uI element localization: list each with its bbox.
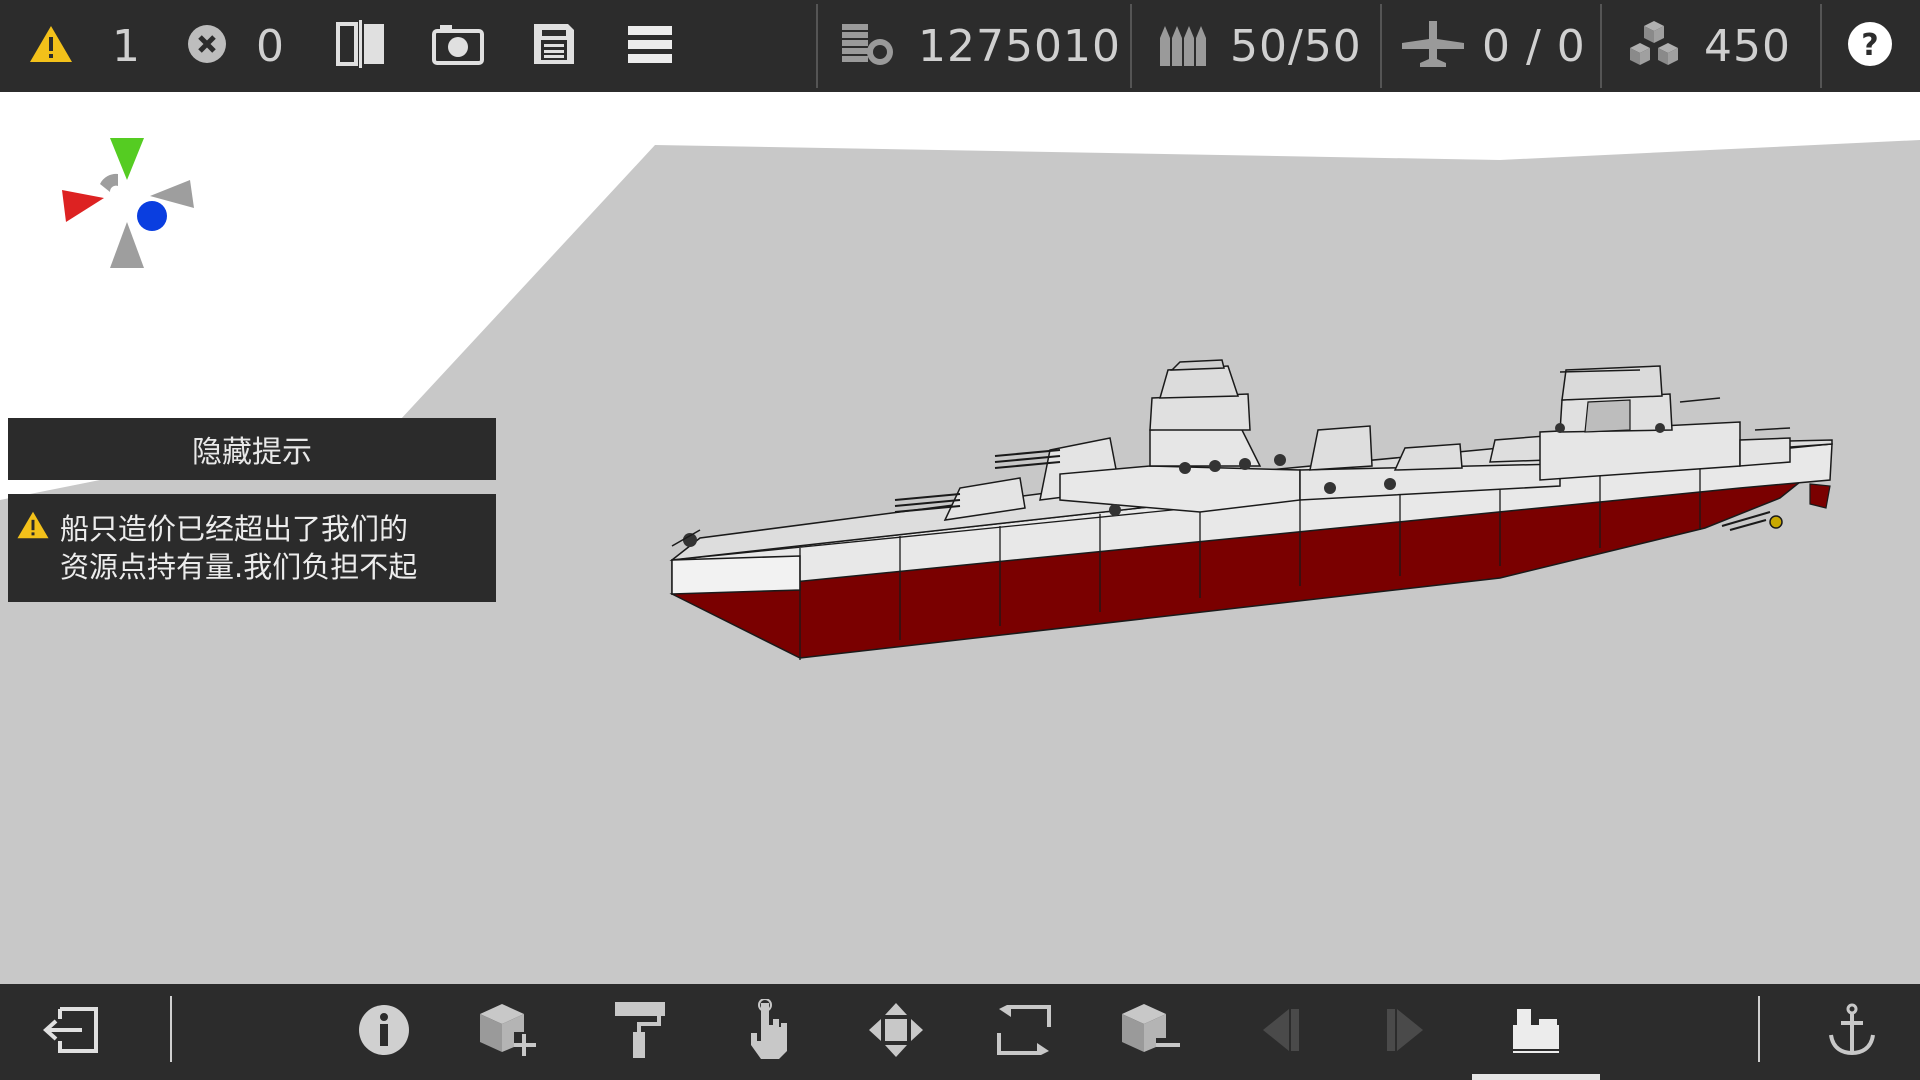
paint-roller-icon (613, 1000, 667, 1064)
warning-count: 1 (112, 20, 141, 72)
exit-button[interactable] (20, 984, 120, 1080)
hint-message-box: 船只造价已经超出了我们的 资源点持有量.我们负担不起 (8, 494, 496, 602)
ammo-value: 50/50 (1230, 20, 1362, 72)
next-icon (1385, 1007, 1427, 1057)
warning-icon (16, 510, 50, 549)
parts-button[interactable] (1486, 984, 1586, 1080)
previous-icon (1259, 1007, 1301, 1057)
toolbar-separator (1600, 4, 1602, 88)
mirror-button[interactable] (336, 0, 388, 92)
exit-icon (42, 1007, 98, 1057)
hint-message-text: 船只造价已经超出了我们的 资源点持有量.我们负担不起 (60, 512, 418, 584)
menu-icon (628, 24, 672, 68)
ammo-icon (1158, 22, 1208, 70)
aircraft-value: 0 / 0 (1482, 20, 1586, 72)
add-block-icon (478, 1002, 542, 1062)
toolbar-separator (1130, 4, 1132, 88)
save-button[interactable] (532, 0, 576, 92)
money-value: 1275010 (918, 20, 1121, 72)
rotate-icon (997, 1003, 1051, 1059)
toolbar-separator (1758, 996, 1760, 1062)
remove-block-button[interactable] (1102, 984, 1202, 1080)
menu-button[interactable] (628, 0, 672, 92)
info-icon (358, 1004, 410, 1060)
aircraft-stat: 0 / 0 (1400, 0, 1586, 92)
help-button[interactable]: ? (1846, 0, 1894, 92)
resource-stat: 450 (1626, 0, 1791, 92)
money-stat: 1275010 (840, 0, 1121, 92)
aircraft-icon (1400, 19, 1466, 73)
hand-select-icon (747, 998, 793, 1065)
toolbar-separator (816, 4, 818, 88)
anchor-icon (1827, 1003, 1877, 1061)
hide-hint-label: 隐藏提示 (192, 435, 312, 470)
parts-icon (1511, 1005, 1561, 1059)
ammo-stat: 50/50 (1158, 0, 1362, 92)
bottom-toolbar (0, 984, 1920, 1080)
toolbar-separator (1380, 4, 1382, 88)
paint-button[interactable] (590, 984, 690, 1080)
move-icon (867, 1001, 925, 1063)
camera-button[interactable] (432, 0, 484, 92)
resource-cubes-icon (1626, 19, 1682, 73)
toolbar-separator (170, 996, 172, 1062)
move-button[interactable] (846, 984, 946, 1080)
resource-value: 450 (1704, 20, 1791, 72)
svg-text:?: ? (1861, 28, 1878, 63)
next-button[interactable] (1356, 984, 1456, 1080)
previous-button[interactable] (1230, 984, 1330, 1080)
remove-block-icon (1120, 1002, 1184, 1062)
select-button[interactable] (720, 984, 820, 1080)
help-icon: ? (1846, 20, 1894, 72)
camera-icon (432, 23, 484, 69)
hide-hint-button[interactable]: 隐藏提示 (8, 418, 496, 480)
save-icon (532, 22, 576, 70)
warning-counter[interactable]: 1 (28, 0, 141, 92)
anchor-button[interactable] (1802, 984, 1902, 1080)
rotate-button[interactable] (974, 984, 1074, 1080)
info-button[interactable] (334, 984, 434, 1080)
warning-icon (28, 24, 74, 68)
money-coins-icon (840, 20, 896, 72)
orientation-gizmo[interactable] (62, 138, 194, 268)
toolbar-separator (1820, 4, 1822, 88)
error-circle-icon (186, 23, 228, 69)
active-tool-indicator (1472, 1074, 1600, 1080)
error-count: 0 (256, 20, 285, 72)
add-block-button[interactable] (460, 984, 560, 1080)
mirror-icon (336, 20, 388, 72)
error-counter[interactable]: 0 (186, 0, 285, 92)
top-toolbar: 1 0 1275010 50/50 0 / 0 450 ? (0, 0, 1920, 92)
